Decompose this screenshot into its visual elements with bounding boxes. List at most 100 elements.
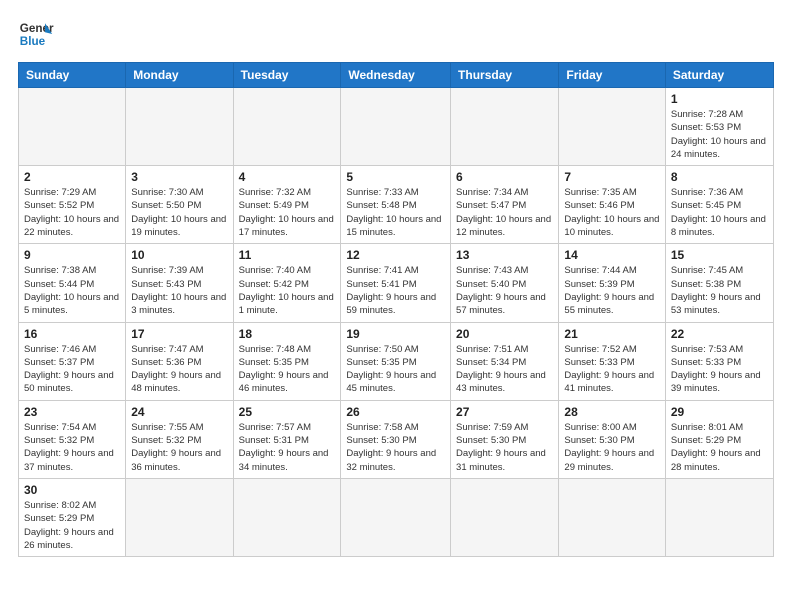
calendar-week-row: 1 Sunrise: 7:28 AM Sunset: 5:53 PM Daylig…: [19, 88, 774, 166]
day-number: 1: [671, 92, 768, 106]
col-header-tuesday: Tuesday: [233, 63, 341, 88]
calendar-cell: [341, 478, 451, 556]
day-info: Sunrise: 7:35 AM Sunset: 5:46 PM Dayligh…: [564, 186, 659, 239]
calendar-week-row: 2Sunrise: 7:29 AM Sunset: 5:52 PM Daylig…: [19, 166, 774, 244]
day-info: Sunrise: 7:32 AM Sunset: 5:49 PM Dayligh…: [239, 186, 336, 239]
svg-text:General: General: [20, 22, 54, 35]
day-number: 12: [346, 248, 445, 262]
col-header-thursday: Thursday: [451, 63, 559, 88]
calendar-cell: 23 Sunrise: 7:54 AM Sunset: 5:32 PM Dayli…: [19, 400, 126, 478]
day-number: 13: [456, 248, 553, 262]
calendar-cell: 17 Sunrise: 7:47 AM Sunset: 5:36 PM Dayli…: [126, 322, 233, 400]
day-number: 15: [671, 248, 768, 262]
day-info: Sunrise: 7:58 AM Sunset: 5:30 PM Dayligh…: [346, 421, 445, 474]
day-info: Sunrise: 7:34 AM Sunset: 5:47 PM Dayligh…: [456, 186, 553, 239]
calendar-cell: [233, 478, 341, 556]
calendar-cell: [233, 88, 341, 166]
calendar-cell: 8 Sunrise: 7:36 AM Sunset: 5:45 PM Daylig…: [665, 166, 773, 244]
day-number: 26: [346, 405, 445, 419]
col-header-saturday: Saturday: [665, 63, 773, 88]
day-number: 3: [131, 170, 227, 184]
day-info: Sunrise: 7:46 AM Sunset: 5:37 PM Dayligh…: [24, 343, 120, 396]
day-info: Sunrise: 7:30 AM Sunset: 5:50 PM Dayligh…: [131, 186, 227, 239]
day-number: 16: [24, 327, 120, 341]
header: General Blue: [18, 16, 774, 52]
day-info: Sunrise: 7:28 AM Sunset: 5:53 PM Dayligh…: [671, 108, 768, 161]
day-number: 18: [239, 327, 336, 341]
day-number: 14: [564, 248, 659, 262]
day-number: 22: [671, 327, 768, 341]
calendar: SundayMondayTuesdayWednesdayThursdayFrid…: [18, 62, 774, 557]
day-number: 4: [239, 170, 336, 184]
day-number: 2: [24, 170, 120, 184]
calendar-cell: 4 Sunrise: 7:32 AM Sunset: 5:49 PM Daylig…: [233, 166, 341, 244]
day-number: 29: [671, 405, 768, 419]
day-number: 28: [564, 405, 659, 419]
calendar-cell: 25Sunrise: 7:57 AM Sunset: 5:31 PM Dayli…: [233, 400, 341, 478]
day-number: 24: [131, 405, 227, 419]
day-info: Sunrise: 7:51 AM Sunset: 5:34 PM Dayligh…: [456, 343, 553, 396]
col-header-wednesday: Wednesday: [341, 63, 451, 88]
day-info: Sunrise: 7:41 AM Sunset: 5:41 PM Dayligh…: [346, 264, 445, 317]
day-number: 11: [239, 248, 336, 262]
day-info: Sunrise: 7:45 AM Sunset: 5:38 PM Dayligh…: [671, 264, 768, 317]
calendar-cell: 16 Sunrise: 7:46 AM Sunset: 5:37 PM Dayli…: [19, 322, 126, 400]
calendar-cell: 15 Sunrise: 7:45 AM Sunset: 5:38 PM Dayli…: [665, 244, 773, 322]
calendar-cell: 30 Sunrise: 8:02 AM Sunset: 5:29 PM Dayli…: [19, 478, 126, 556]
calendar-cell: 18Sunrise: 7:48 AM Sunset: 5:35 PM Dayli…: [233, 322, 341, 400]
calendar-week-row: 9Sunrise: 7:38 AM Sunset: 5:44 PM Daylig…: [19, 244, 774, 322]
day-number: 5: [346, 170, 445, 184]
day-number: 7: [564, 170, 659, 184]
day-info: Sunrise: 7:40 AM Sunset: 5:42 PM Dayligh…: [239, 264, 336, 317]
day-number: 25: [239, 405, 336, 419]
day-number: 9: [24, 248, 120, 262]
calendar-cell: [451, 88, 559, 166]
svg-text:Blue: Blue: [20, 35, 46, 48]
day-number: 21: [564, 327, 659, 341]
calendar-cell: [126, 88, 233, 166]
day-info: Sunrise: 8:01 AM Sunset: 5:29 PM Dayligh…: [671, 421, 768, 474]
day-info: Sunrise: 8:02 AM Sunset: 5:29 PM Dayligh…: [24, 499, 120, 552]
day-info: Sunrise: 7:44 AM Sunset: 5:39 PM Dayligh…: [564, 264, 659, 317]
day-number: 6: [456, 170, 553, 184]
calendar-cell: 9Sunrise: 7:38 AM Sunset: 5:44 PM Daylig…: [19, 244, 126, 322]
day-info: Sunrise: 7:33 AM Sunset: 5:48 PM Dayligh…: [346, 186, 445, 239]
calendar-cell: 14 Sunrise: 7:44 AM Sunset: 5:39 PM Dayli…: [559, 244, 665, 322]
page: General Blue SundayMondayTuesdayWednesda…: [0, 0, 792, 612]
day-number: 17: [131, 327, 227, 341]
calendar-cell: 24Sunrise: 7:55 AM Sunset: 5:32 PM Dayli…: [126, 400, 233, 478]
day-info: Sunrise: 8:00 AM Sunset: 5:30 PM Dayligh…: [564, 421, 659, 474]
day-number: 8: [671, 170, 768, 184]
col-header-sunday: Sunday: [19, 63, 126, 88]
col-header-monday: Monday: [126, 63, 233, 88]
col-header-friday: Friday: [559, 63, 665, 88]
calendar-cell: 5 Sunrise: 7:33 AM Sunset: 5:48 PM Daylig…: [341, 166, 451, 244]
calendar-cell: 1 Sunrise: 7:28 AM Sunset: 5:53 PM Daylig…: [665, 88, 773, 166]
calendar-cell: [19, 88, 126, 166]
day-number: 20: [456, 327, 553, 341]
day-info: Sunrise: 7:52 AM Sunset: 5:33 PM Dayligh…: [564, 343, 659, 396]
calendar-cell: [341, 88, 451, 166]
day-info: Sunrise: 7:36 AM Sunset: 5:45 PM Dayligh…: [671, 186, 768, 239]
calendar-cell: 27Sunrise: 7:59 AM Sunset: 5:30 PM Dayli…: [451, 400, 559, 478]
calendar-week-row: 16 Sunrise: 7:46 AM Sunset: 5:37 PM Dayli…: [19, 322, 774, 400]
day-info: Sunrise: 7:54 AM Sunset: 5:32 PM Dayligh…: [24, 421, 120, 474]
calendar-cell: 20 Sunrise: 7:51 AM Sunset: 5:34 PM Dayli…: [451, 322, 559, 400]
calendar-week-row: 30 Sunrise: 8:02 AM Sunset: 5:29 PM Dayli…: [19, 478, 774, 556]
day-number: 27: [456, 405, 553, 419]
day-info: Sunrise: 7:47 AM Sunset: 5:36 PM Dayligh…: [131, 343, 227, 396]
calendar-cell: 28 Sunrise: 8:00 AM Sunset: 5:30 PM Dayli…: [559, 400, 665, 478]
calendar-cell: 26 Sunrise: 7:58 AM Sunset: 5:30 PM Dayli…: [341, 400, 451, 478]
calendar-header-row: SundayMondayTuesdayWednesdayThursdayFrid…: [19, 63, 774, 88]
logo: General Blue: [18, 16, 54, 52]
calendar-cell: 11 Sunrise: 7:40 AM Sunset: 5:42 PM Dayli…: [233, 244, 341, 322]
day-number: 23: [24, 405, 120, 419]
calendar-cell: 10Sunrise: 7:39 AM Sunset: 5:43 PM Dayli…: [126, 244, 233, 322]
day-info: Sunrise: 7:43 AM Sunset: 5:40 PM Dayligh…: [456, 264, 553, 317]
calendar-cell: 13 Sunrise: 7:43 AM Sunset: 5:40 PM Dayli…: [451, 244, 559, 322]
day-number: 30: [24, 483, 120, 497]
calendar-cell: 22Sunrise: 7:53 AM Sunset: 5:33 PM Dayli…: [665, 322, 773, 400]
calendar-week-row: 23 Sunrise: 7:54 AM Sunset: 5:32 PM Dayli…: [19, 400, 774, 478]
day-info: Sunrise: 7:39 AM Sunset: 5:43 PM Dayligh…: [131, 264, 227, 317]
calendar-cell: 7 Sunrise: 7:35 AM Sunset: 5:46 PM Daylig…: [559, 166, 665, 244]
